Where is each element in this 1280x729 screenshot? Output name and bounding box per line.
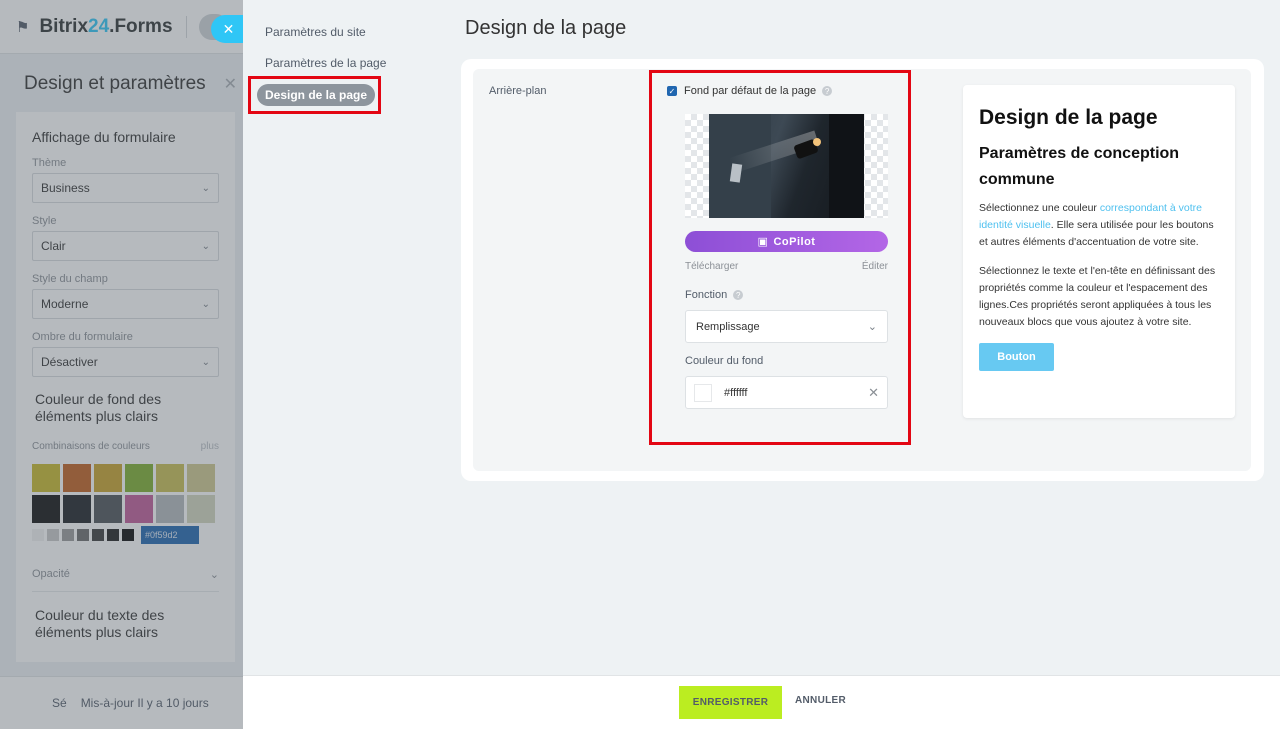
page-title: Design de la page	[465, 17, 627, 39]
cancel-button[interactable]: ANNULER	[795, 695, 846, 706]
nav-item-page-settings[interactable]: Paramètres de la page	[265, 56, 386, 70]
dim-overlay[interactable]	[0, 0, 243, 729]
preview-paragraph-2: Sélectionnez le texte et l'en-tête en dé…	[979, 265, 1216, 328]
preview-button[interactable]: Bouton	[979, 343, 1054, 371]
save-button[interactable]: ENREGISTRER	[679, 686, 782, 719]
action-bar: ENREGISTRER ANNULER	[243, 675, 1280, 729]
close-icon: ✕	[222, 20, 235, 37]
background-highlight-frame	[649, 70, 911, 445]
design-preview-card: Design de la page Paramètres de concepti…	[963, 85, 1235, 418]
nav-highlight-frame	[248, 76, 381, 114]
preview-subtitle: Paramètres de conception commune	[979, 145, 1180, 188]
background-form-panel: ⚑ Bitrix24.Forms Design et paramètres ✕ …	[0, 0, 243, 729]
preview-paragraph-1: Sélectionnez une couleur correspondant à…	[979, 202, 1214, 248]
nav-item-site-settings[interactable]: Paramètres du site	[265, 25, 366, 39]
close-slider-button[interactable]: ✕	[211, 15, 243, 43]
preview-title: Design de la page	[979, 106, 1158, 129]
background-row-label: Arrière-plan	[489, 85, 547, 97]
settings-slider: Paramètres du site Paramètres de la page…	[243, 0, 1280, 729]
